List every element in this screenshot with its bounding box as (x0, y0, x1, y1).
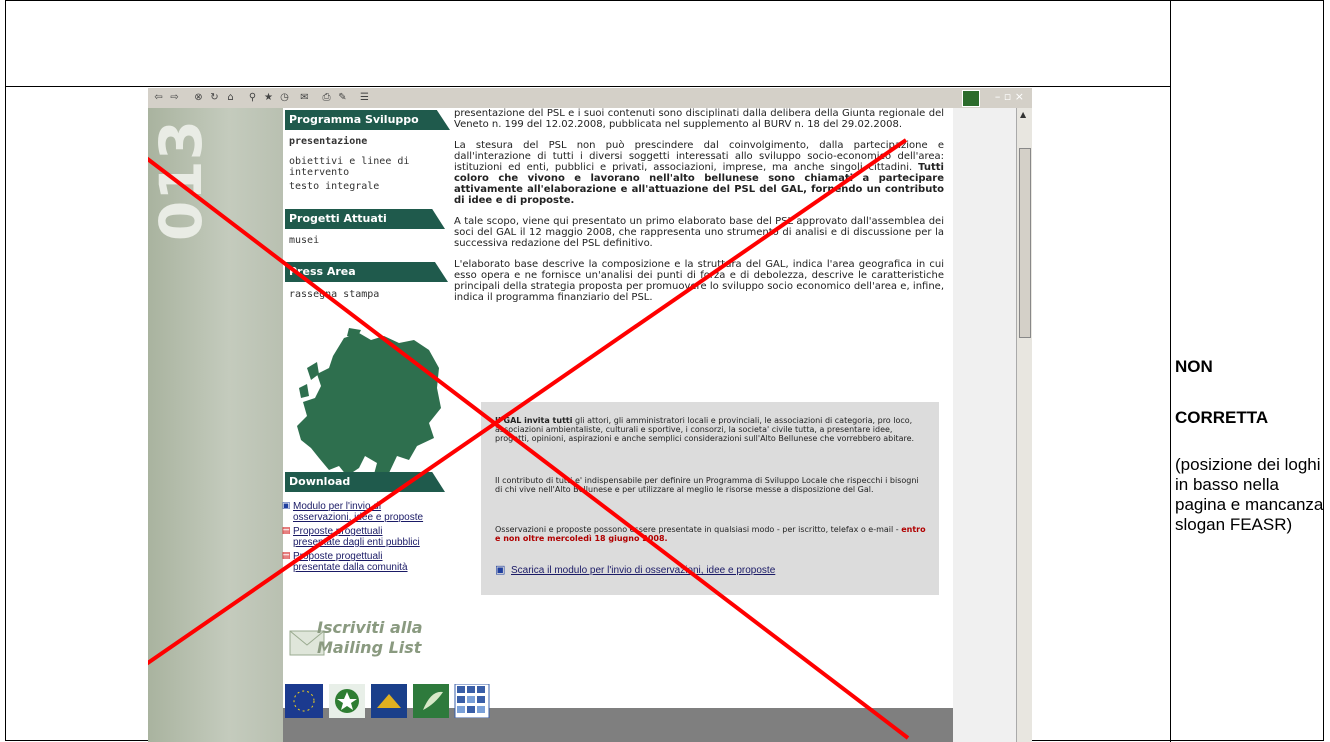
verdict-description: (posizione dei loghi in basso nella pagi… (1175, 455, 1324, 534)
windows-flag-icon (962, 90, 980, 107)
favorites-icon[interactable]: ★ (262, 91, 275, 104)
vertical-scrollbar[interactable]: ▲ (1016, 108, 1032, 742)
search-icon[interactable]: ⚲ (246, 91, 259, 104)
home-icon[interactable]: ⌂ (224, 91, 237, 104)
refresh-icon[interactable]: ↻ (208, 91, 221, 104)
word-doc-icon: ▣ (495, 563, 506, 576)
download-enti-line2[interactable]: presentate dagli enti pubblici (293, 537, 420, 548)
word-doc-icon: ▣ (281, 501, 291, 511)
web-page: Programma Sviluppo Locale presentazione … (281, 108, 953, 719)
back-icon[interactable]: ⇦ (152, 91, 165, 104)
deadline-text: Osservazioni e proposte possono essere p… (495, 525, 899, 534)
table-divider-vertical (1170, 0, 1171, 742)
eu-flag-logo (285, 684, 323, 718)
nav-rassegna-stampa[interactable]: rassegna stampa (289, 289, 379, 300)
paragraph-normativa: presentazione del PSL e i suoi contenuti… (454, 108, 944, 130)
invitation-bold: Il GAL invita tutti (495, 416, 573, 425)
paragraph-coinvolgimento: La stesura del PSL non può prescindere d… (454, 140, 944, 206)
browser-toolbar: ⇦ ⇨ ⊗ ↻ ⌂ ⚲ ★ ◷ ✉ ⎙ ✎ ☰ – ▫ × (148, 88, 1032, 109)
deadline-paragraph: Osservazioni e proposte possono essere p… (495, 525, 927, 543)
download-enti-line1[interactable]: Proposte progettuali (293, 526, 383, 537)
window-controls[interactable]: – ▫ × (995, 90, 1024, 103)
invitation-paragraph: Il GAL invita tutti gli attori, gli ammi… (495, 416, 927, 443)
sidebar: Programma Sviluppo Locale presentazione … (281, 108, 490, 719)
invitation-box: Il GAL invita tutti gli attori, gli ammi… (481, 402, 939, 595)
download-comunita-line2[interactable]: presentate dalla comunità (293, 562, 408, 573)
scroll-up-icon[interactable]: ▲ (1020, 110, 1026, 119)
nav-obiettivi-cont[interactable]: intervento (289, 167, 349, 178)
nav-testo-integrale[interactable]: testo integrale (289, 181, 379, 192)
nav-presentazione[interactable]: presentazione (289, 136, 367, 147)
download-list: ▣ Modulo per l'invio di osservazioni, id… (281, 501, 448, 586)
edit-icon[interactable]: ✎ (336, 91, 349, 104)
nav-obiettivi[interactable]: obiettivi e linee di (289, 156, 409, 167)
section-press[interactable]: Press Area (285, 262, 448, 282)
page-right-margin (953, 108, 1016, 742)
mailing-line2: Mailing List (317, 638, 422, 657)
mailing-list-banner[interactable]: Iscriviti alla Mailing List (289, 618, 444, 668)
paragraph-descrizione: L'elaborato base descrive la composizion… (454, 259, 944, 303)
print-icon[interactable]: ⎙ (320, 91, 333, 104)
verdict-line2: CORRETTA (1175, 408, 1269, 427)
pdf-icon: ▤ (281, 526, 291, 536)
mail-icon[interactable]: ✉ (298, 91, 311, 104)
website-screenshot: ⇦ ⇨ ⊗ ↻ ⌂ ⚲ ★ ◷ ✉ ⎙ ✎ ☰ – ▫ × 013 Progra… (148, 88, 1032, 742)
section-programma[interactable]: Programma Sviluppo Locale (285, 110, 450, 130)
forward-icon[interactable]: ⇨ (168, 91, 181, 104)
scroll-thumb[interactable] (1019, 148, 1031, 338)
section-download[interactable]: Download (285, 472, 445, 492)
pdf-icon: ▤ (281, 551, 291, 561)
nav-musei[interactable]: musei (289, 235, 319, 246)
download-modulo-line2[interactable]: osservazioni, idee e proposte (293, 512, 423, 523)
discuss-icon[interactable]: ☰ (358, 91, 371, 104)
download-form-link[interactable]: Scarica il modulo per l'invio di osserva… (511, 566, 943, 576)
contribution-paragraph: Il contributo di tutti e' indispensabile… (495, 476, 919, 494)
main-content: presentazione del PSL e i suoi contenuti… (454, 108, 944, 313)
mailing-line1: Iscriviti alla (317, 618, 423, 637)
logos-strip (285, 683, 525, 719)
left-decorative-strip: 013 (148, 108, 283, 742)
coinvolgimento-text: La stesura del PSL non può prescindere d… (454, 140, 944, 173)
verdict-line1: NON (1175, 357, 1213, 376)
decorative-number: 013 (148, 120, 215, 242)
paragraph-elaborato: A tale scopo, viene qui presentato un pr… (454, 216, 944, 249)
table-divider-horizontal (5, 86, 1170, 87)
history-icon[interactable]: ◷ (278, 91, 291, 104)
download-modulo-line1[interactable]: Modulo per l'invio di (293, 501, 381, 512)
stop-icon[interactable]: ⊗ (192, 91, 205, 104)
download-comunita-line1[interactable]: Proposte progettuali (293, 551, 383, 562)
section-progetti[interactable]: Progetti Attuati (285, 209, 445, 229)
